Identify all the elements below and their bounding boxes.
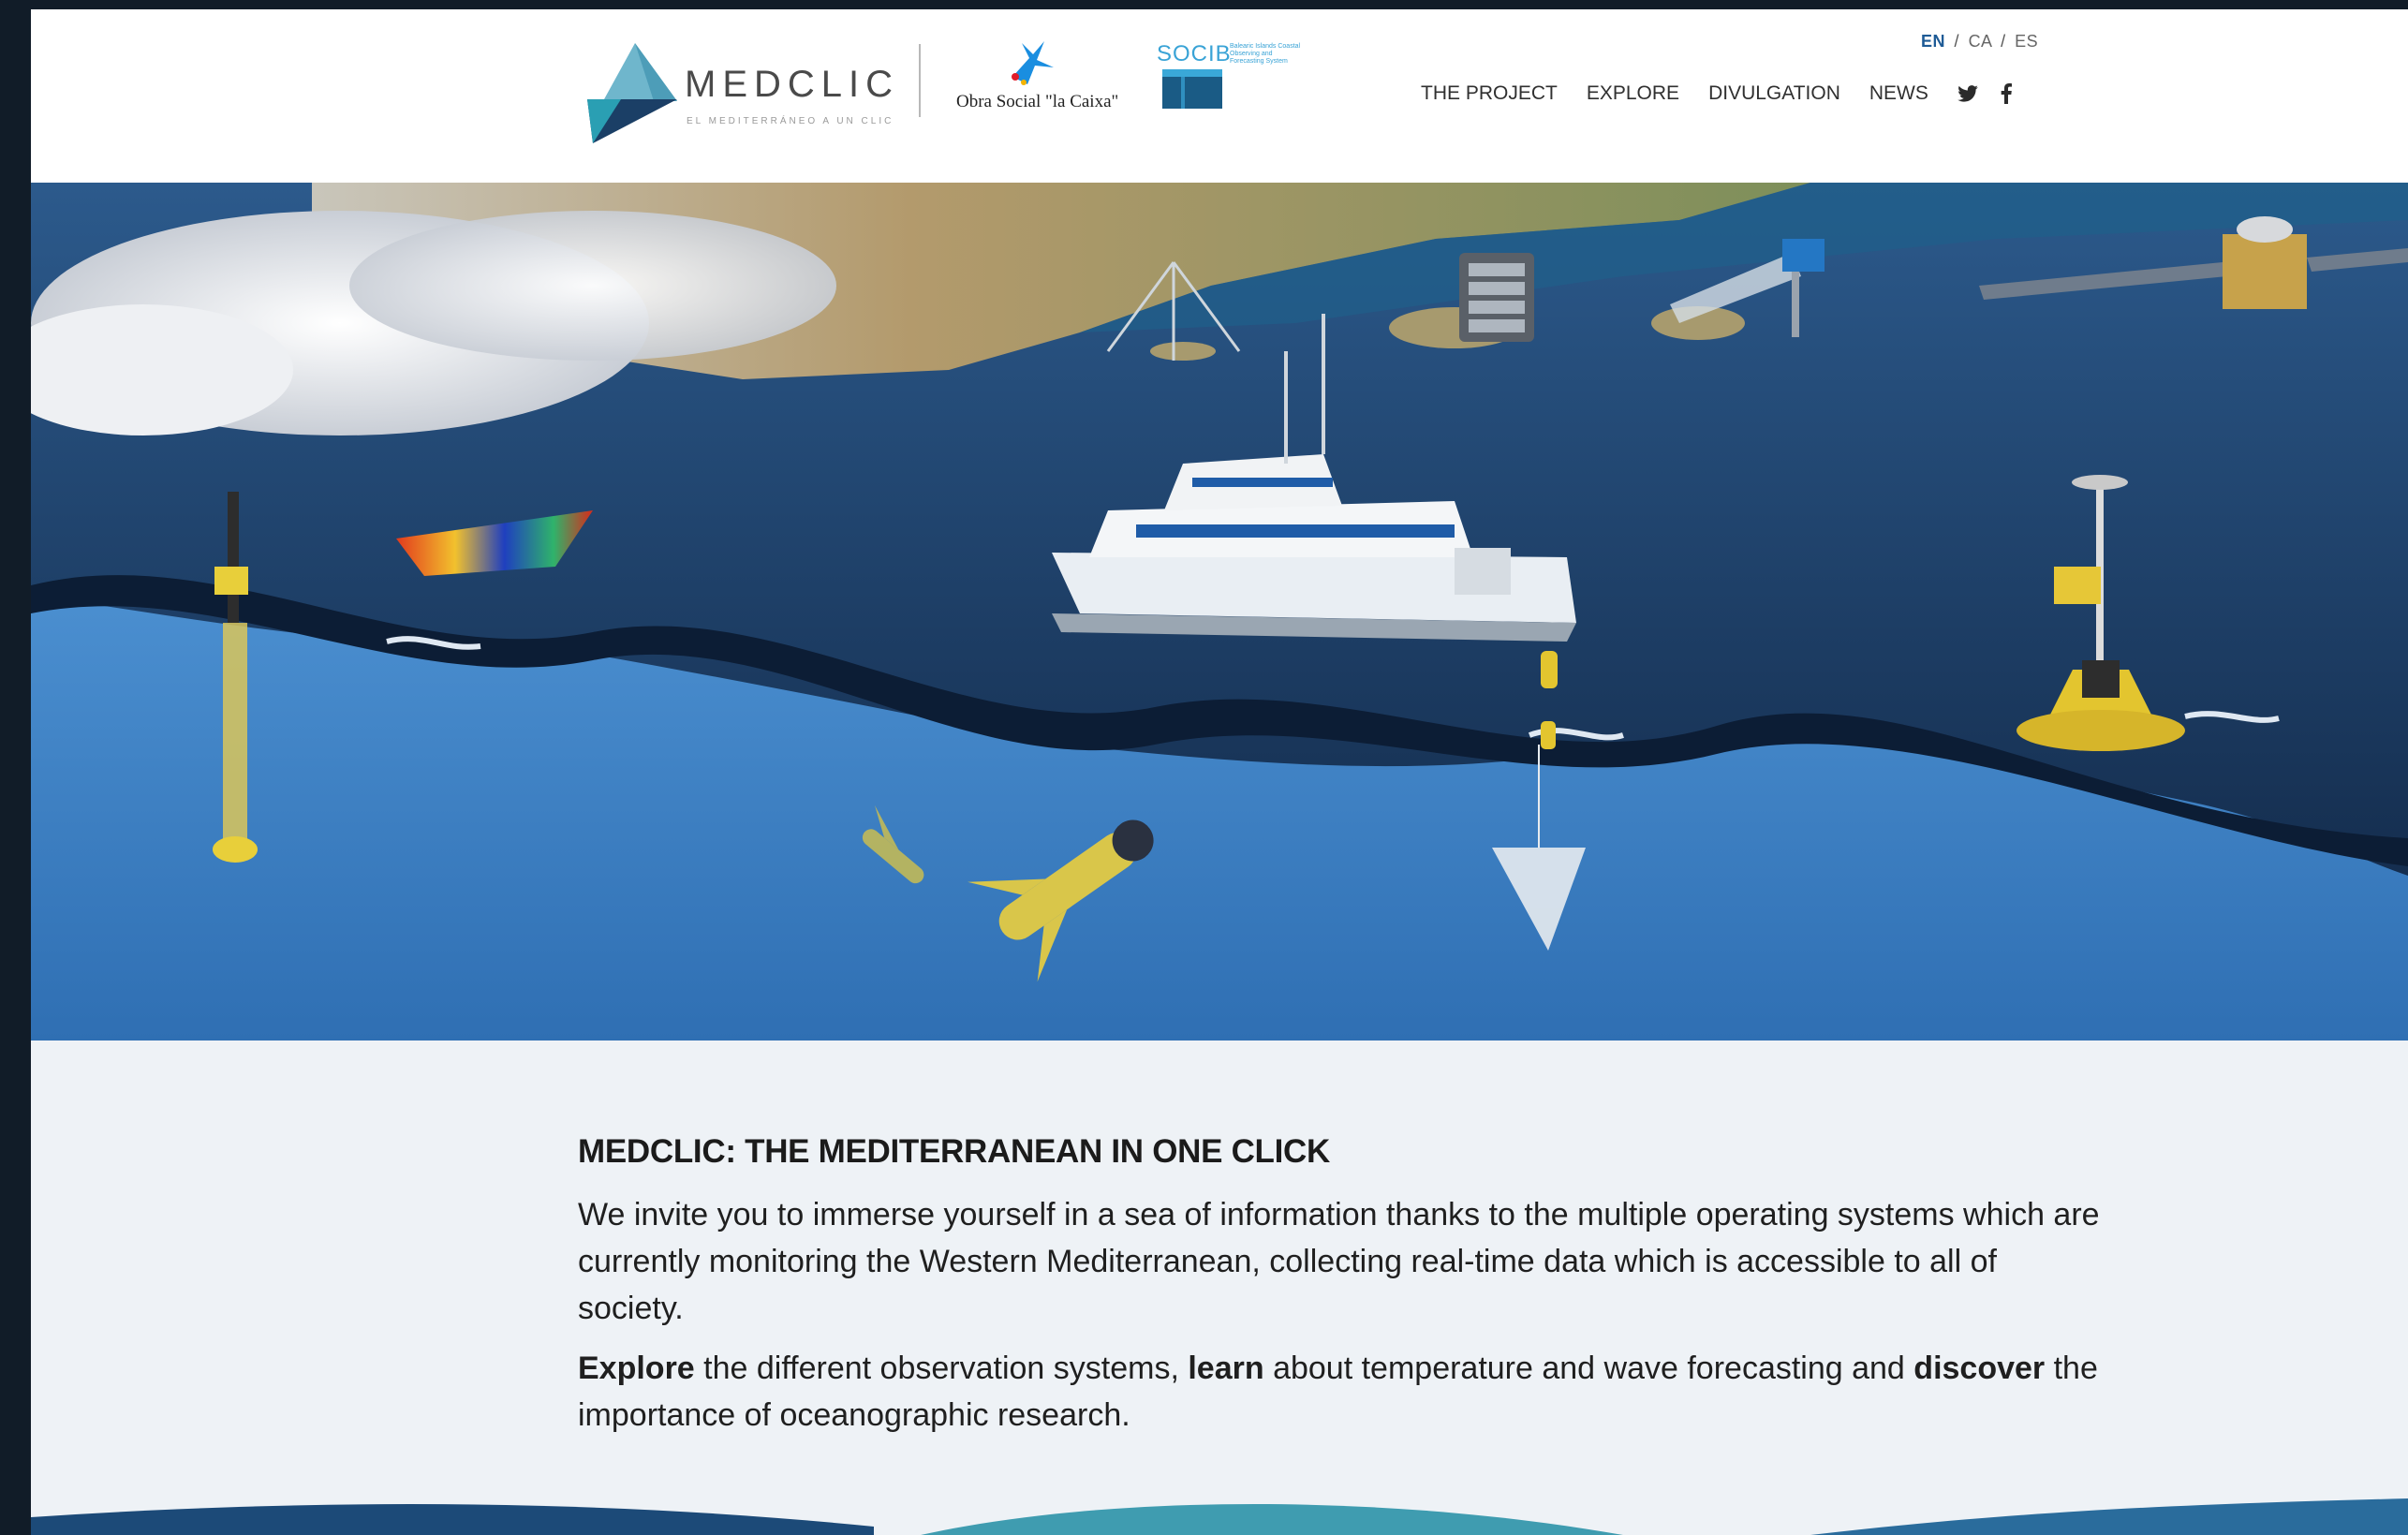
cta-text-1: the different observation systems, — [694, 1351, 1189, 1386]
lang-separator: / — [1954, 32, 1960, 51]
nav-divulgation[interactable]: DIVULGATION — [1708, 82, 1840, 105]
socib-logo[interactable]: SOCIB Balearic Islands Coastal Observing… — [1127, 37, 1305, 122]
learn-keyword: learn — [1188, 1351, 1264, 1386]
nav-news[interactable]: NEWS — [1869, 82, 1928, 105]
medclic-logo[interactable]: MEDCLIC EL MEDITERRÁNEO A UN CLIC — [584, 36, 949, 143]
brand-name: MEDCLIC — [685, 64, 900, 105]
facebook-icon[interactable] — [2001, 83, 2012, 104]
explore-keyword: Explore — [578, 1351, 695, 1386]
cta-paragraph: Explore the different observation system… — [578, 1345, 2105, 1439]
socib-description: Balearic Islands Coastal Observing and F… — [1230, 43, 1301, 65]
intro-paragraph: We invite you to immerse yourself in a s… — [578, 1197, 2100, 1326]
lang-es[interactable]: ES — [2015, 32, 2038, 51]
discover-keyword: discover — [1913, 1351, 2046, 1386]
brand-tagline: EL MEDITERRÁNEO A UN CLIC — [687, 116, 894, 126]
medclic-logo-mark — [587, 43, 677, 143]
hero-illustration — [31, 183, 2408, 1041]
lang-en[interactable]: EN — [1921, 32, 1945, 51]
nav-explore[interactable]: EXPLORE — [1587, 82, 1679, 105]
intro-section: MEDCLIC: THE MEDITERRANEAN IN ONE CLICK … — [578, 1133, 2105, 1452]
site-header: MEDCLIC EL MEDITERRÁNEO A UN CLIC Obra S… — [31, 9, 2408, 183]
cta-text-2: about temperature and wave forecasting a… — [1263, 1351, 1914, 1386]
bottom-wave-decoration — [31, 1489, 2408, 1535]
caixa-logo[interactable]: Obra Social "la Caixa" — [947, 39, 1134, 124]
caixa-star-icon — [1012, 41, 1054, 85]
lang-separator: / — [2001, 32, 2006, 51]
language-switcher: EN / CA / ES — [1921, 32, 2038, 52]
page-title: MEDCLIC: THE MEDITERRANEAN IN ONE CLICK — [578, 1133, 1331, 1170]
logo-divider — [919, 44, 921, 117]
lang-ca[interactable]: CA — [1969, 32, 1992, 51]
page: MEDCLIC EL MEDITERRÁNEO A UN CLIC Obra S… — [31, 9, 2408, 1535]
nav-the-project[interactable]: THE PROJECT — [1421, 82, 1558, 105]
main-nav: THE PROJECT EXPLORE DIVULGATION NEWS — [1421, 82, 2034, 105]
caixa-label: Obra Social "la Caixa" — [956, 92, 1119, 111]
socib-name: SOCIB — [1157, 41, 1232, 66]
twitter-icon[interactable] — [1957, 85, 1978, 102]
